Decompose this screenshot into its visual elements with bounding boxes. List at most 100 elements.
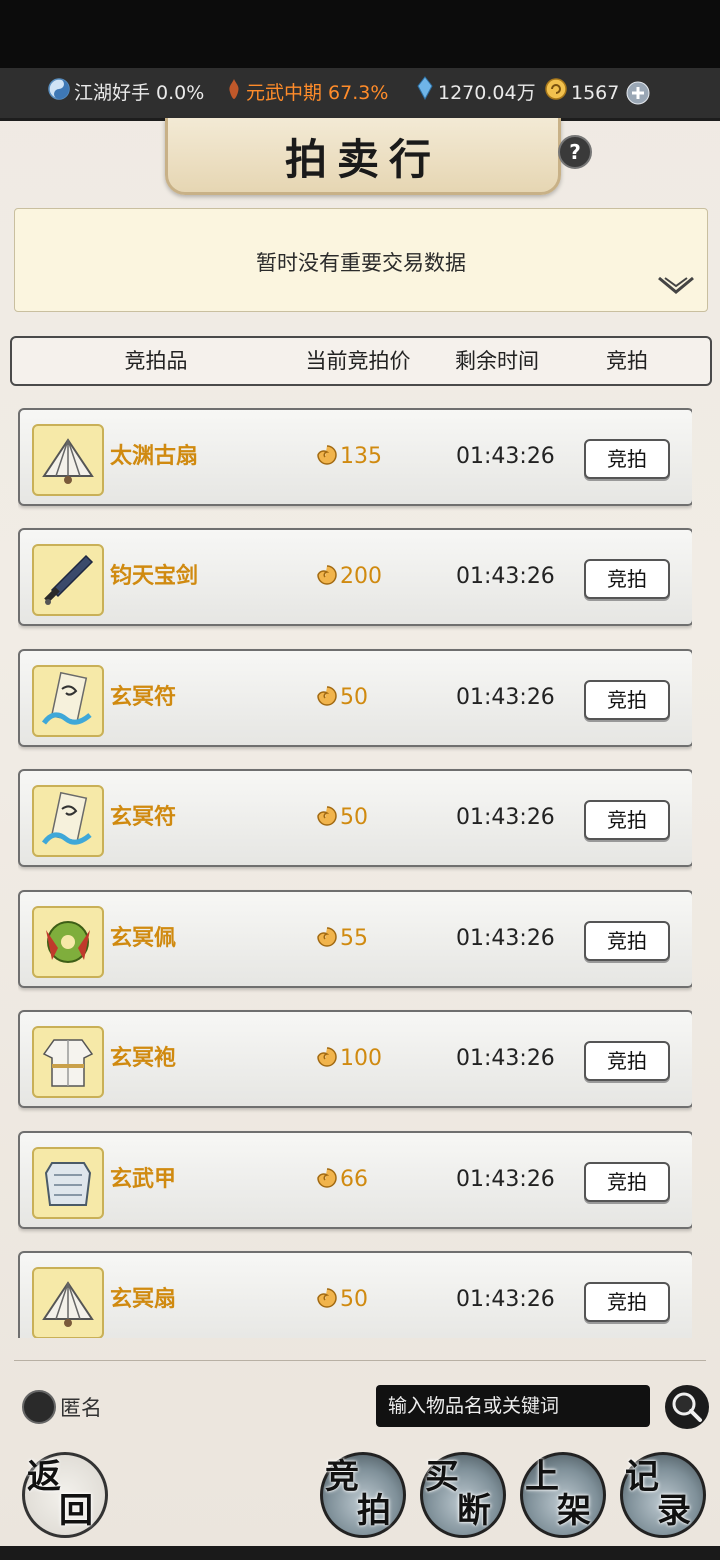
- item-name: 太渊古扇: [110, 444, 199, 469]
- coin-stat: 1567: [545, 68, 619, 118]
- header-item: 竞拍品: [124, 349, 188, 373]
- armor-icon: [32, 1147, 104, 1219]
- help-button[interactable]: ?: [558, 135, 592, 169]
- title-plaque: 拍卖行: [165, 118, 561, 195]
- item-name: 玄冥符: [110, 685, 177, 710]
- item-name: 玄冥扇: [110, 1287, 177, 1312]
- expand-chevron-icon[interactable]: [657, 273, 695, 303]
- item-name: 玄武甲: [110, 1167, 177, 1192]
- search-button[interactable]: [662, 1382, 712, 1432]
- shell-coin-icon: [317, 686, 337, 706]
- item-time: 01:43:26: [456, 1046, 555, 1071]
- realm-stat: 元武中期 67.3%: [226, 68, 388, 118]
- item-price: 50: [316, 651, 368, 745]
- realm-text: 元武中期 67.3%: [246, 82, 389, 104]
- search-input[interactable]: 输入物品名或关键词: [376, 1385, 650, 1427]
- search-icon: [665, 1385, 709, 1429]
- item-price: 200: [316, 530, 382, 624]
- crystal-stat: 1270.04万: [416, 68, 536, 118]
- buyout-char-1: 买: [425, 1457, 459, 1497]
- bid-button[interactable]: 竞拍: [584, 921, 670, 961]
- record-tab-button[interactable]: 记 录: [620, 1452, 706, 1538]
- talisman-icon: [32, 665, 104, 737]
- bid-button[interactable]: 竞拍: [584, 1041, 670, 1081]
- top-black-bar: [0, 0, 720, 68]
- item-price: 135: [316, 410, 382, 504]
- plus-icon: [626, 81, 650, 105]
- gold-coin-icon: [545, 69, 567, 119]
- list-item-tab-button[interactable]: 上 架: [520, 1452, 606, 1538]
- sword-icon: [32, 544, 104, 616]
- item-name: 钧天宝剑: [110, 564, 199, 589]
- auction-list[interactable]: 太渊古扇 135 01:43:26 竞拍 钧天宝剑 200 01:43:26 竞…: [18, 408, 692, 1338]
- flame-icon: [226, 69, 242, 119]
- header-price: 当前竞拍价: [305, 349, 411, 373]
- bid-button[interactable]: 竞拍: [584, 1282, 670, 1322]
- item-price: 50: [316, 1253, 368, 1338]
- bid-char-2: 拍: [357, 1491, 391, 1531]
- item-time: 01:43:26: [456, 926, 555, 951]
- auction-row[interactable]: 玄冥符 50 01:43:26 竞拍: [18, 649, 692, 747]
- item-name: 玄冥袍: [110, 1046, 177, 1071]
- buyout-tab-button[interactable]: 买 断: [420, 1452, 506, 1538]
- shell-coin-icon: [317, 1288, 337, 1308]
- back-char-1: 返: [27, 1457, 61, 1497]
- auction-row[interactable]: 太渊古扇 135 01:43:26 竞拍: [18, 408, 692, 506]
- pendant-icon: [32, 906, 104, 978]
- header-time: 剩余时间: [455, 349, 539, 373]
- shell-coin-icon: [317, 565, 337, 585]
- fan-icon: [32, 424, 104, 496]
- bid-button[interactable]: 竞拍: [584, 439, 670, 479]
- add-currency-button[interactable]: [626, 81, 650, 105]
- shell-coin-icon: [317, 1047, 337, 1067]
- item-time: 01:43:26: [456, 444, 555, 469]
- crystal-amount: 1270.04万: [438, 82, 536, 104]
- item-price: 100: [316, 1012, 382, 1106]
- auction-row[interactable]: 玄武甲 66 01:43:26 竞拍: [18, 1131, 692, 1229]
- bid-tab-button[interactable]: 竞 拍: [320, 1452, 406, 1538]
- auction-row[interactable]: 玄冥袍 100 01:43:26 竞拍: [18, 1010, 692, 1108]
- bid-button[interactable]: 竞拍: [584, 559, 670, 599]
- status-bar: 江湖好手 0.0% 元武中期 67.3% 1270.04万 1567: [0, 68, 720, 121]
- auction-row[interactable]: 钧天宝剑 200 01:43:26 竞拍: [18, 528, 692, 626]
- bid-button[interactable]: 竞拍: [584, 680, 670, 720]
- item-name: 玄冥符: [110, 805, 177, 830]
- item-time: 01:43:26: [456, 1287, 555, 1312]
- bid-button[interactable]: 竞拍: [584, 1162, 670, 1202]
- list-char-2: 架: [557, 1491, 591, 1531]
- robe-icon: [32, 1026, 104, 1098]
- shell-coin-icon: [317, 806, 337, 826]
- item-price: 66: [316, 1133, 368, 1227]
- question-icon: ?: [569, 140, 581, 164]
- auction-row[interactable]: 玄冥符 50 01:43:26 竞拍: [18, 769, 692, 867]
- footer-divider: [14, 1360, 706, 1361]
- record-char-2: 录: [657, 1491, 691, 1531]
- item-time: 01:43:26: [456, 685, 555, 710]
- item-time: 01:43:26: [456, 1167, 555, 1192]
- shell-coin-icon: [317, 445, 337, 465]
- yin-yang-icon: [48, 69, 70, 119]
- bottom-strip: [0, 1546, 720, 1560]
- item-price: 50: [316, 771, 368, 865]
- auction-row[interactable]: 玄冥佩 55 01:43:26 竞拍: [18, 890, 692, 988]
- item-time: 01:43:26: [456, 805, 555, 830]
- notice-text: 暂时没有重要交易数据: [256, 251, 466, 275]
- anonymous-toggle[interactable]: [22, 1390, 56, 1424]
- item-time: 01:43:26: [456, 564, 555, 589]
- auction-row[interactable]: 玄冥扇 50 01:43:26 竞拍: [18, 1251, 692, 1338]
- bid-button[interactable]: 竞拍: [584, 800, 670, 840]
- item-name: 玄冥佩: [110, 926, 177, 951]
- back-char-2: 回: [59, 1491, 93, 1531]
- list-char-1: 上: [525, 1457, 559, 1497]
- fan-icon: [32, 1267, 104, 1338]
- shell-coin-icon: [317, 927, 337, 947]
- column-headers: 竞拍品 当前竞拍价 剩余时间 竞拍: [10, 336, 712, 386]
- header-bid: 竞拍: [606, 349, 648, 373]
- coin-amount: 1567: [571, 82, 620, 104]
- item-price: 55: [316, 892, 368, 986]
- back-button[interactable]: 返 回: [22, 1452, 108, 1538]
- page-title: 拍卖行: [284, 135, 441, 184]
- talisman-icon: [32, 785, 104, 857]
- record-char-1: 记: [625, 1457, 659, 1497]
- rank-stat: 江湖好手 0.0%: [48, 68, 204, 118]
